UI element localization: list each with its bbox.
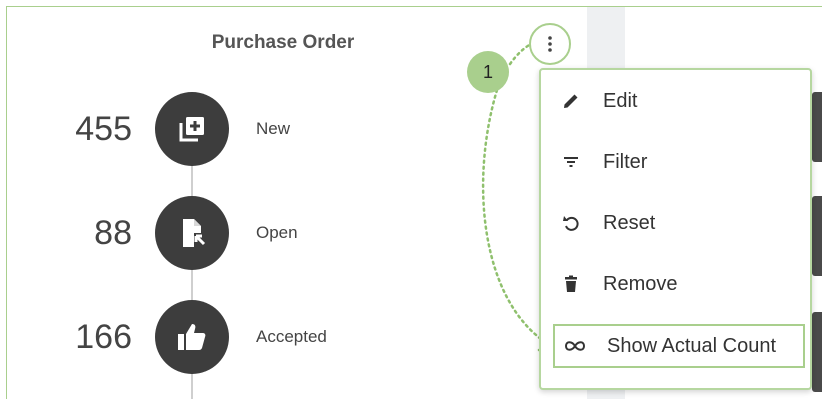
- more-vertical-icon: [548, 36, 552, 52]
- status-count: 455: [75, 110, 132, 148]
- status-icon-circle: [155, 300, 229, 374]
- menu-item-label: Remove: [603, 272, 678, 295]
- trash-icon: [551, 262, 591, 306]
- widget-context-menu: Edit Filter Reset Remove Show Actual Cou…: [539, 68, 812, 390]
- step-callout-badge: 1: [467, 51, 509, 93]
- menu-item-show-actual-count[interactable]: Show Actual Count: [553, 324, 805, 368]
- reset-icon: [551, 201, 591, 245]
- pencil-icon: [551, 79, 591, 123]
- menu-item-label: Show Actual Count: [607, 334, 776, 357]
- status-icon-circle: [155, 196, 229, 270]
- widget-menu-button[interactable]: [529, 23, 571, 65]
- menu-item-label: Reset: [603, 211, 656, 234]
- add-copy-icon: [179, 117, 204, 142]
- status-row-accepted[interactable]: 166 Accepted: [0, 300, 430, 374]
- status-icon-circle: [155, 92, 229, 166]
- menu-item-filter[interactable]: Filter: [551, 140, 804, 184]
- status-count: 166: [75, 318, 132, 356]
- status-label: Accepted: [256, 327, 327, 346]
- filter-icon: [551, 140, 591, 184]
- thumbs-up-icon: [178, 324, 206, 350]
- callout-number: 1: [482, 61, 493, 82]
- status-label: New: [256, 119, 291, 138]
- menu-item-label: Filter: [603, 150, 648, 173]
- status-row-open[interactable]: 88 Open: [0, 196, 430, 270]
- menu-item-remove[interactable]: Remove: [551, 262, 804, 306]
- status-count: 88: [94, 214, 132, 252]
- status-label: Open: [256, 223, 298, 242]
- menu-item-edit[interactable]: Edit: [551, 79, 804, 123]
- infinity-icon: [555, 324, 595, 368]
- menu-item-reset[interactable]: Reset: [551, 201, 804, 245]
- status-row-new[interactable]: 455 New: [0, 92, 430, 166]
- menu-item-label: Edit: [603, 89, 638, 112]
- document-arrow-icon: [183, 219, 206, 247]
